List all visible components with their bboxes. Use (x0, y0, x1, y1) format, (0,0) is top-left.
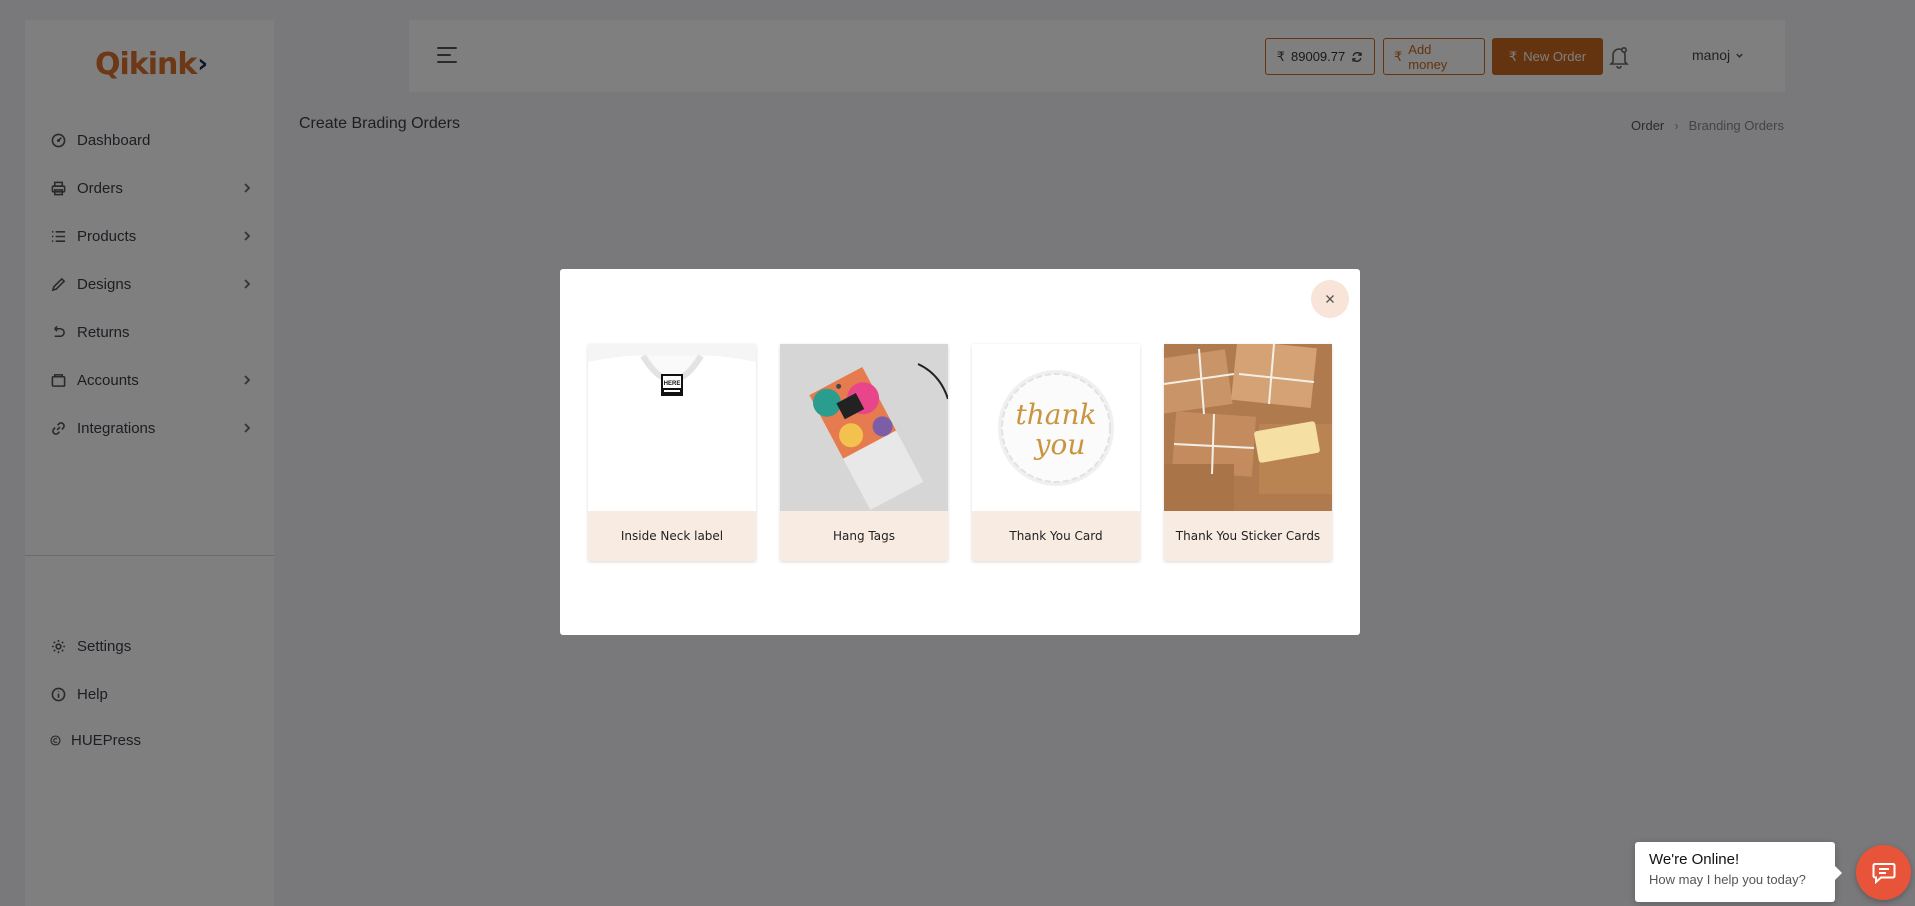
card-caption: Inside Neck label (588, 511, 756, 561)
colorful-hang-tag-image (780, 344, 948, 511)
seal-text-thank: thank (1016, 398, 1097, 431)
chat-title: We're Online! (1649, 851, 1740, 868)
neck-label-text: HERE (664, 381, 681, 387)
bubble-tail (1835, 866, 1842, 880)
close-icon (1326, 295, 1334, 303)
card-caption: Thank You Card (972, 511, 1140, 561)
thank-you-seal-image: thank you (972, 344, 1140, 511)
chat-greeting-bubble[interactable]: We're Online! How may I help you today? (1635, 842, 1842, 902)
close-button[interactable] (1311, 280, 1349, 318)
branding-card-thank-you-sticker-cards[interactable]: Thank You Sticker Cards (1164, 344, 1332, 561)
chat-subtitle: How may I help you today? (1649, 872, 1806, 887)
card-caption: Thank You Sticker Cards (1164, 511, 1332, 561)
chat-launcher-button[interactable] (1856, 845, 1911, 900)
kraft-gift-boxes-image (1164, 344, 1332, 511)
seal-text-you: you (1033, 428, 1086, 461)
branding-card-hang-tags[interactable]: Hang Tags (780, 344, 948, 561)
branding-card-inside-neck-label[interactable]: HERE Inside Neck label (588, 344, 756, 561)
branding-type-modal: HERE Inside Neck label Hang Tags thank y… (560, 269, 1360, 635)
tshirt-neck-label-image: HERE (588, 344, 756, 511)
branding-card-thank-you-card[interactable]: thank you Thank You Card (972, 344, 1140, 561)
branding-options: HERE Inside Neck label Hang Tags thank y… (588, 344, 1332, 561)
card-caption: Hang Tags (780, 511, 948, 561)
chat-icon (1872, 862, 1895, 884)
